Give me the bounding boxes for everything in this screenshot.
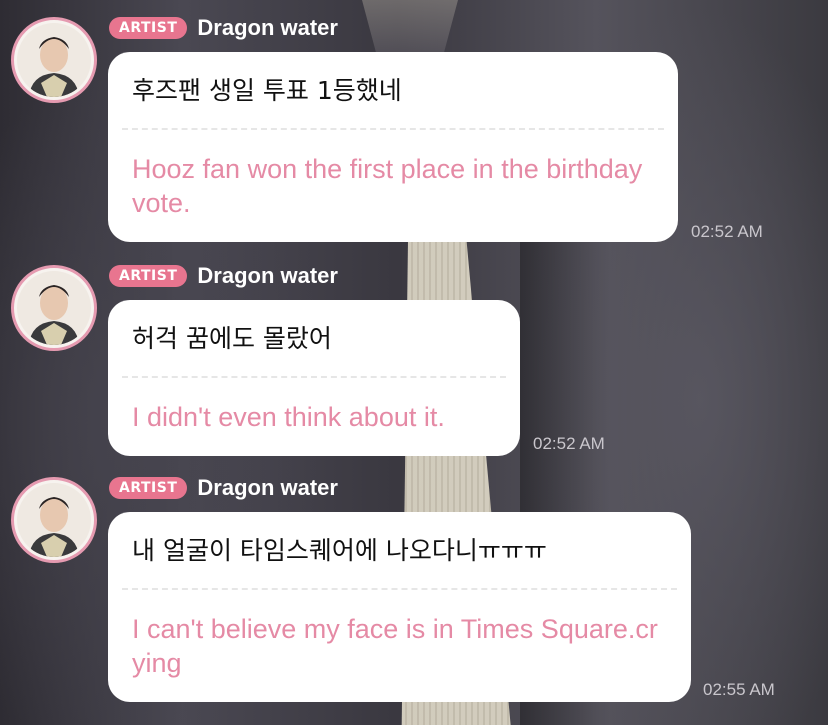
artist-avatar[interactable] (11, 265, 97, 351)
sender-name[interactable]: Dragon water (197, 475, 338, 501)
message-bubble[interactable]: 허걱 꿈에도 몰랐어 I didn't even think about it. (108, 300, 520, 456)
message-header: ARTIST Dragon water (109, 263, 338, 289)
message-korean-text: 후즈팬 생일 투표 1등했네 (132, 76, 402, 105)
sender-name[interactable]: Dragon water (197, 15, 338, 41)
avatar-icon (17, 271, 91, 345)
avatar-icon (17, 483, 91, 557)
artist-avatar[interactable] (11, 17, 97, 103)
artist-badge: ARTIST (109, 477, 188, 499)
message-korean-text: 내 얼굴이 타임스퀘어에 나오다니ㅠㅠㅠ (132, 536, 547, 565)
artist-badge: ARTIST (109, 17, 188, 39)
message-timestamp: 02:55 AM (703, 680, 775, 699)
artist-badge: ARTIST (109, 265, 188, 287)
message-timestamp: 02:52 AM (533, 434, 605, 453)
message-korean-text: 허걱 꿈에도 몰랐어 (132, 324, 332, 353)
message-bubble[interactable]: 내 얼굴이 타임스퀘어에 나오다니ㅠㅠㅠ I can't believe my … (108, 512, 691, 702)
message-translation-text: Hooz fan won the first place in the birt… (132, 154, 643, 218)
message-translation-text: I can't believe my face is in Times Squa… (132, 614, 658, 678)
message-bubble[interactable]: 후즈팬 생일 투표 1등했네 Hooz fan won the first pl… (108, 52, 678, 242)
message-translation-text: I didn't even think about it. (132, 402, 445, 432)
sender-name[interactable]: Dragon water (197, 263, 338, 289)
message-timestamp: 02:52 AM (691, 222, 763, 241)
message-header: ARTIST Dragon water (109, 475, 338, 501)
avatar-icon (17, 23, 91, 97)
artist-avatar[interactable] (11, 477, 97, 563)
message-header: ARTIST Dragon water (109, 15, 338, 41)
